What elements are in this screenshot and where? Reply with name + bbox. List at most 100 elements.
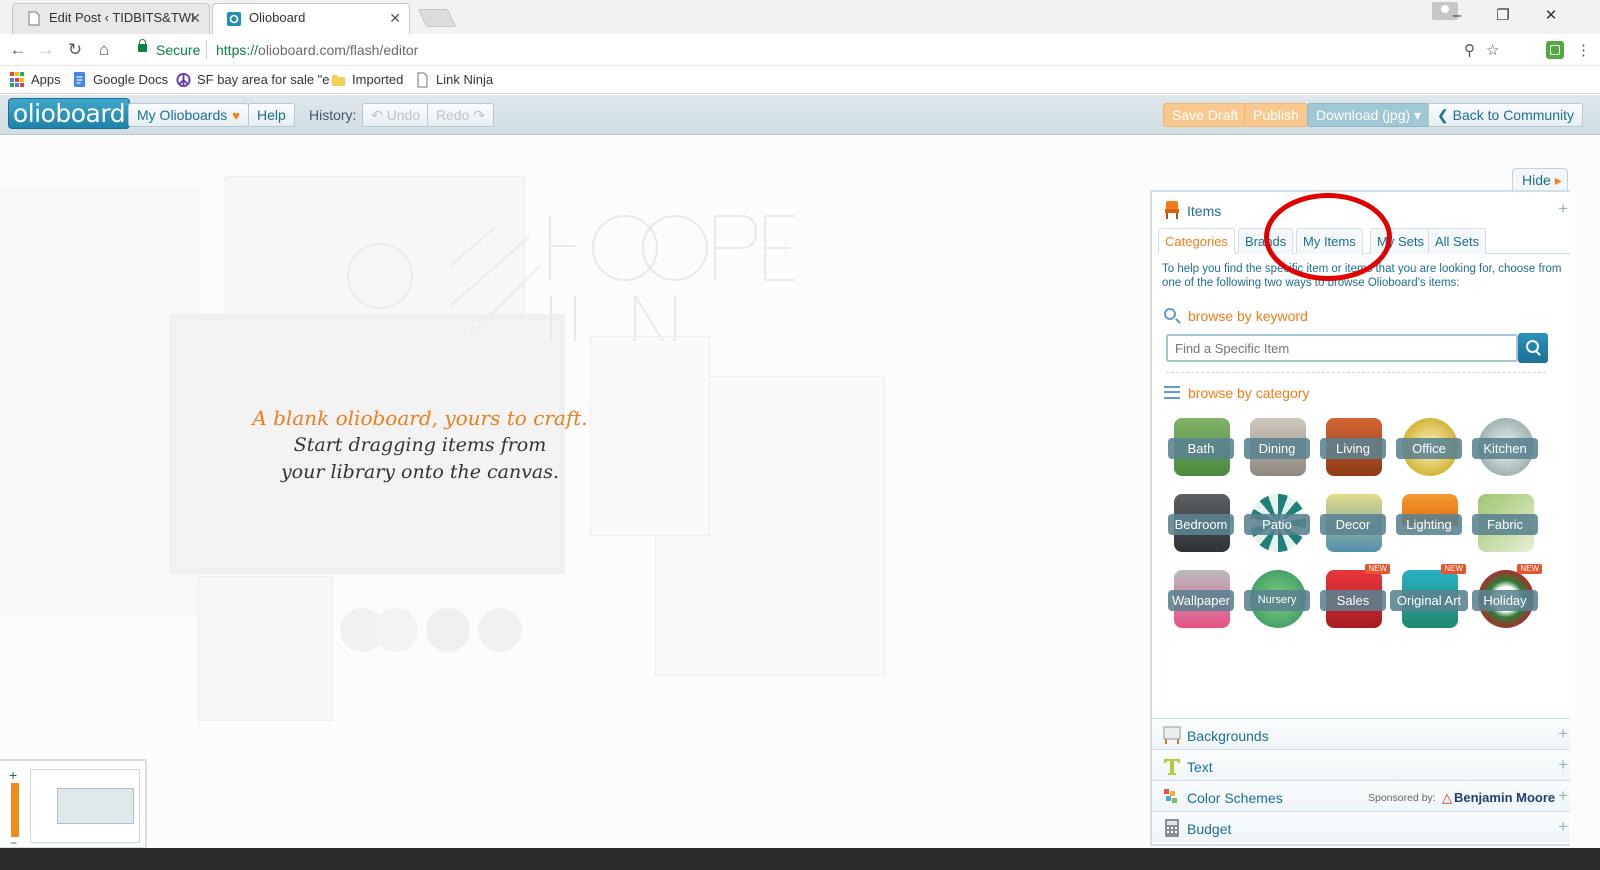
category-bedroom[interactable]: Bedroom (1166, 492, 1238, 558)
close-window-icon[interactable]: ✕ (1528, 0, 1574, 34)
search-button[interactable] (1518, 333, 1548, 363)
tab-all-sets[interactable]: All Sets (1428, 228, 1487, 254)
olioboard-favicon-icon (227, 12, 241, 26)
my-olioboards-button[interactable]: My Olioboards (128, 103, 249, 127)
home-icon[interactable]: ⌂ (92, 38, 116, 62)
color-palette-icon (1164, 789, 1177, 803)
board-minimap: + − (0, 759, 147, 850)
location-pin-icon[interactable]: ⚲ (1464, 41, 1475, 59)
category-label: Decor (1320, 514, 1386, 535)
close-tab-icon[interactable]: ✕ (189, 4, 201, 32)
address-bar[interactable]: https://olioboard.com/flash/editor (216, 42, 418, 58)
text-section[interactable]: Text + (1152, 749, 1570, 780)
category-wallpaper[interactable]: Wallpaper (1166, 568, 1238, 634)
close-tab-icon[interactable]: ✕ (389, 4, 401, 32)
reload-icon[interactable]: ↻ (63, 38, 87, 62)
zoom-slider[interactable] (11, 783, 19, 837)
redo-button[interactable]: Redo ↷ (427, 103, 495, 127)
backgrounds-section[interactable]: Backgrounds + (1152, 718, 1570, 749)
items-panel: Items + Categories Brands My Items My Se… (1150, 190, 1570, 846)
extension-icon[interactable] (1546, 41, 1564, 59)
blank-board-message: A blank olioboard, yours to craft. Start… (240, 406, 600, 484)
expand-plus-icon[interactable]: + (1558, 755, 1568, 775)
tab-title: Olioboard (249, 10, 306, 25)
category-decor[interactable]: Decor (1318, 492, 1390, 558)
bookmark-apps[interactable]: Apps (10, 71, 61, 89)
forward-arrow-icon[interactable]: → (34, 38, 58, 62)
ghost-graphic (549, 215, 795, 341)
history-label: History: (309, 107, 357, 123)
blank-board-line: Start dragging items from (293, 434, 547, 456)
tab-brands[interactable]: Brands (1238, 228, 1294, 254)
save-draft-button[interactable]: Save Draft (1163, 103, 1248, 127)
category-kitchen[interactable]: Kitchen (1470, 416, 1542, 482)
new-badge: NEW (1365, 564, 1390, 574)
category-label: Original Art (1390, 590, 1468, 611)
expand-plus-icon[interactable]: + (1558, 724, 1568, 744)
search-input[interactable] (1166, 334, 1518, 362)
budget-title: Budget (1187, 821, 1232, 837)
tab-categories[interactable]: Categories (1158, 228, 1235, 254)
category-dining[interactable]: Dining (1242, 416, 1314, 482)
bookmark-label: Link Ninja (436, 72, 494, 87)
expand-plus-icon[interactable]: + (1558, 199, 1568, 219)
bookmark-sf-bay-area[interactable]: SF bay area for sale "e (176, 71, 330, 89)
new-tab-button[interactable] (417, 9, 457, 27)
minimize-icon[interactable]: – (1434, 0, 1480, 34)
benjamin-moore-logo[interactable]: Benjamin Moore (1442, 790, 1555, 806)
browser-toolbar: ← → ↻ ⌂ Secure https://olioboard.com/fla… (0, 34, 1600, 66)
bookmarks-bar: Apps Google Docs SF bay area for sale "e… (0, 66, 1600, 94)
browse-keyword-label: browse by keyword (1188, 308, 1308, 324)
undo-button[interactable]: ↶ Undo (362, 103, 430, 127)
browse-help-text: To help you find the specific item or it… (1162, 263, 1562, 289)
category-holiday[interactable]: NEW Holiday (1470, 564, 1542, 634)
bookmark-imported[interactable]: Imported (331, 71, 403, 89)
ghost-image (198, 576, 333, 721)
help-button[interactable]: Help (248, 103, 295, 127)
publish-button[interactable]: Publish (1244, 103, 1308, 127)
menu-kebab-icon[interactable]: ⋮ (1576, 41, 1591, 59)
bookmark-label: Apps (31, 72, 61, 87)
budget-section[interactable]: Budget + (1152, 811, 1570, 842)
browser-tab-strip: Edit Post ‹ TIDBITS&TWI ✕ Olioboard ✕ – … (0, 0, 1600, 34)
olioboard-logo[interactable]: olioboard (8, 98, 130, 129)
browse-category-label: browse by category (1188, 385, 1310, 401)
browser-tab-olioboard[interactable]: Olioboard ✕ (212, 3, 410, 34)
bookmark-star-icon[interactable]: ☆ (1486, 41, 1499, 59)
download-button[interactable]: Download (jpg) ▾ (1307, 103, 1431, 127)
items-title: Items (1187, 203, 1222, 219)
category-patio[interactable]: Patio (1242, 492, 1314, 558)
category-bath[interactable]: Bath (1166, 416, 1238, 482)
items-header[interactable]: Items + (1152, 192, 1570, 228)
back-arrow-icon[interactable]: ← (6, 38, 30, 62)
back-to-community-button[interactable]: ❮ Back to Community (1428, 103, 1583, 127)
bookmark-link-ninja[interactable]: Link Ninja (415, 71, 493, 89)
ghost-image (590, 336, 710, 536)
zoom-in-icon[interactable]: + (9, 767, 17, 783)
category-label: Office (1396, 438, 1462, 459)
browser-tab-edit-post[interactable]: Edit Post ‹ TIDBITS&TWI ✕ (12, 3, 210, 34)
category-living[interactable]: Living (1318, 416, 1390, 482)
category-lighting[interactable]: Lighting (1394, 492, 1466, 558)
tab-my-sets[interactable]: My Sets (1370, 228, 1431, 254)
ghost-swatch (426, 608, 470, 652)
expand-plus-icon[interactable]: + (1558, 817, 1568, 837)
expand-plus-icon[interactable]: + (1558, 786, 1568, 806)
minimap-viewport[interactable] (57, 788, 134, 824)
security-label: Secure (156, 42, 201, 58)
url-separator (206, 41, 207, 59)
browse-by-category-heading: browse by category (1164, 385, 1309, 401)
bookmark-google-docs[interactable]: Google Docs (72, 71, 168, 89)
category-original-art[interactable]: NEW Original Art (1390, 564, 1468, 634)
category-sales[interactable]: NEW Sales (1318, 564, 1390, 634)
hide-panel-button[interactable]: Hide (1512, 168, 1568, 191)
category-fabric[interactable]: Fabric (1470, 492, 1542, 558)
tab-my-items[interactable]: My Items (1296, 228, 1363, 254)
restore-icon[interactable]: ❐ (1480, 0, 1526, 34)
category-office[interactable]: Office (1394, 416, 1466, 482)
url-host: olioboard.com (258, 42, 346, 58)
sponsored-by-label: Sponsored by: (1368, 792, 1436, 804)
color-schemes-section[interactable]: Color Schemes Sponsored by: Benjamin Moo… (1152, 780, 1570, 811)
category-label: Patio (1244, 514, 1310, 535)
category-nursery[interactable]: Nursery (1242, 568, 1314, 634)
